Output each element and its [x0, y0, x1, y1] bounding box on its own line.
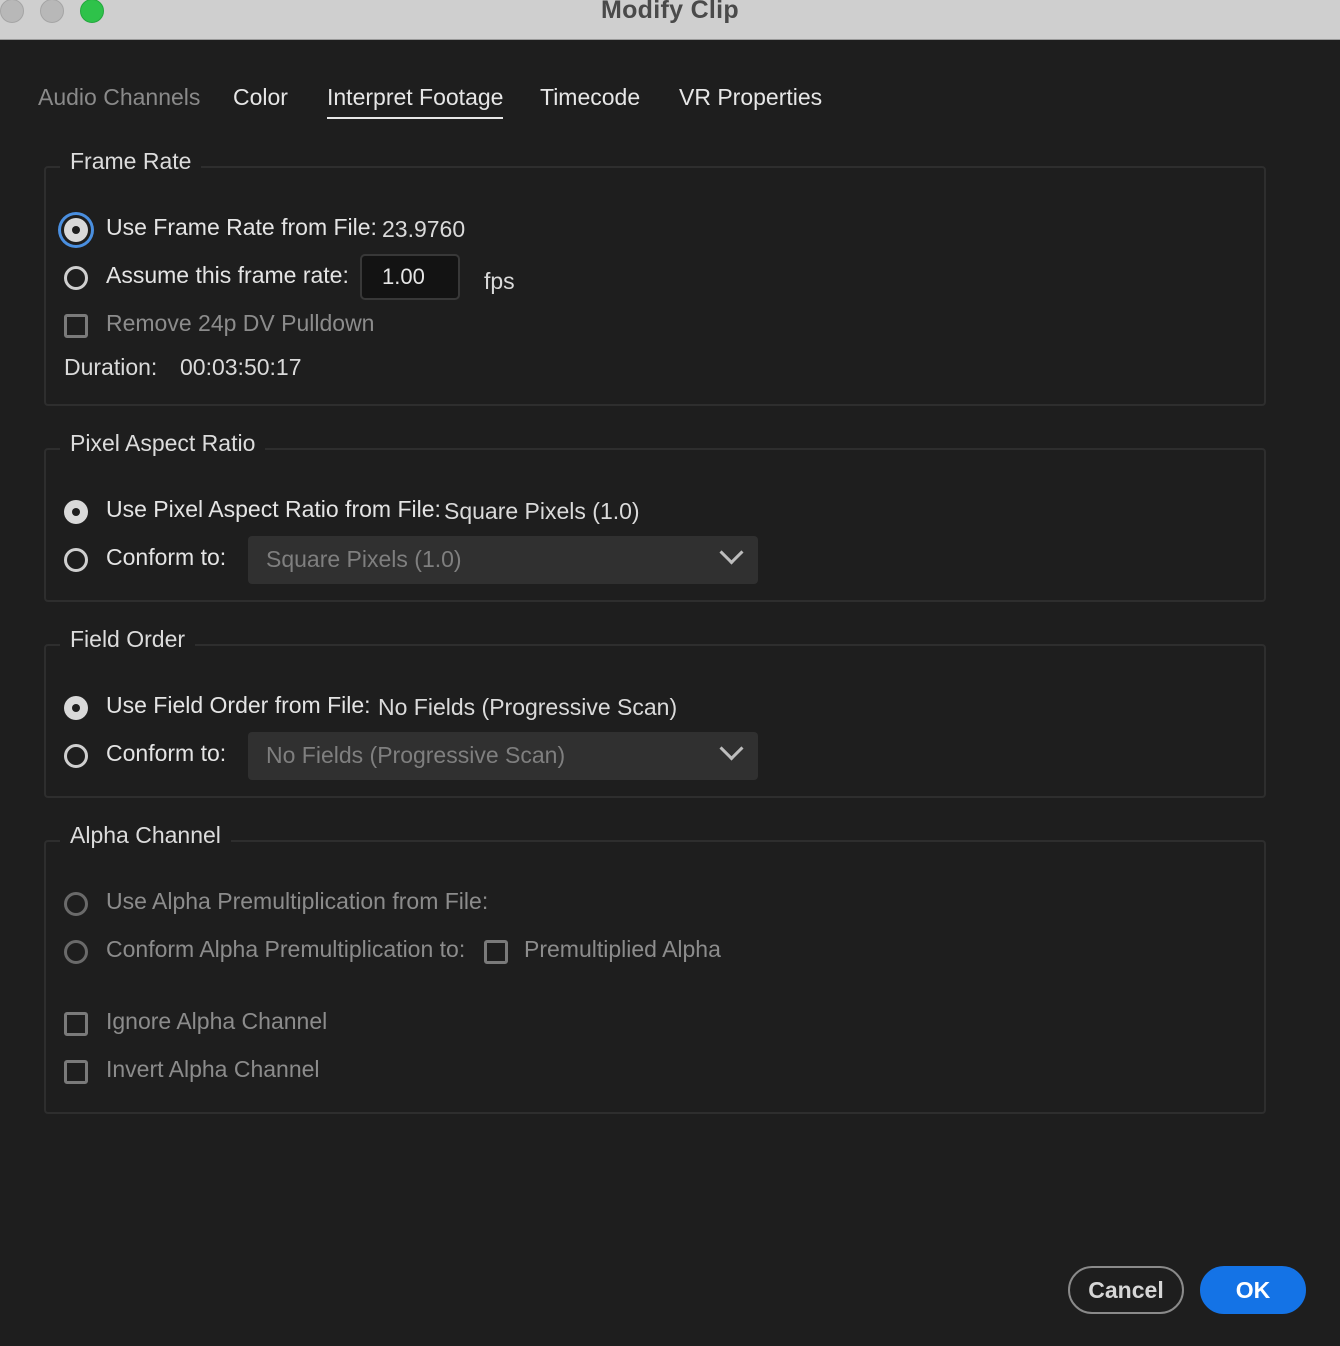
- conform-field-order-row[interactable]: Conform to: No Fields (Progressive Scan): [64, 732, 864, 780]
- use-field-order-from-file-row[interactable]: Use Field Order from File: No Fields (Pr…: [64, 688, 864, 728]
- use-field-order-from-file-radio[interactable]: [64, 696, 88, 720]
- assume-frame-rate-row[interactable]: Assume this frame rate: 1.00 fps: [64, 254, 764, 300]
- use-frame-rate-from-file-row[interactable]: Use Frame Rate from File: 23.9760: [64, 210, 764, 250]
- conform-field-order-dropdown[interactable]: No Fields (Progressive Scan): [248, 732, 758, 780]
- duration-value: 00:03:50:17: [180, 354, 302, 380]
- duration-label: Duration:: [64, 354, 158, 380]
- ignore-alpha-label: Ignore Alpha Channel: [106, 1008, 328, 1034]
- file-frame-rate-value: 23.9760: [382, 216, 466, 242]
- frame-rate-group: Frame Rate Use Frame Rate from File: 23.…: [44, 148, 1266, 406]
- tab-color[interactable]: Color: [233, 84, 288, 117]
- conform-field-order-selected: No Fields (Progressive Scan): [266, 742, 566, 768]
- use-par-from-file-row[interactable]: Use Pixel Aspect Ratio from File: Square…: [64, 492, 864, 532]
- chevron-down-icon: [719, 736, 744, 761]
- ok-button[interactable]: OK: [1200, 1266, 1306, 1314]
- pixel-aspect-ratio-group: Pixel Aspect Ratio Use Pixel Aspect Rati…: [44, 430, 1266, 602]
- use-field-order-from-file-label: Use Field Order from File:: [106, 692, 371, 718]
- conform-field-order-label: Conform to:: [106, 740, 227, 766]
- tab-vr-properties[interactable]: VR Properties: [679, 84, 822, 117]
- pixel-aspect-ratio-legend: Pixel Aspect Ratio: [60, 430, 266, 457]
- remove-pulldown-row[interactable]: Remove 24p DV Pulldown: [64, 306, 764, 346]
- file-par-value: Square Pixels (1.0): [444, 498, 640, 524]
- field-order-group: Field Order Use Field Order from File: N…: [44, 626, 1266, 798]
- alpha-channel-legend: Alpha Channel: [60, 822, 231, 849]
- alpha-channel-group: Alpha Channel Use Alpha Premultiplicatio…: [44, 822, 1266, 1114]
- tab-interpret-footage[interactable]: Interpret Footage: [327, 84, 504, 119]
- premultiplied-alpha-checkbox[interactable]: [484, 940, 508, 964]
- use-alpha-from-file-label: Use Alpha Premultiplication from File:: [106, 888, 489, 914]
- tab-audio-channels[interactable]: Audio Channels: [38, 84, 200, 117]
- use-alpha-from-file-radio[interactable]: [64, 892, 88, 916]
- cancel-button[interactable]: Cancel: [1068, 1266, 1184, 1314]
- remove-pulldown-label: Remove 24p DV Pulldown: [106, 310, 375, 336]
- tab-bar: Audio Channels Color Interpret Footage T…: [0, 84, 1340, 134]
- conform-par-dropdown[interactable]: Square Pixels (1.0): [248, 536, 758, 584]
- use-par-from-file-radio[interactable]: [64, 500, 88, 524]
- conform-par-row[interactable]: Conform to: Square Pixels (1.0): [64, 536, 864, 584]
- frame-rate-legend: Frame Rate: [60, 148, 202, 175]
- assume-frame-rate-label: Assume this frame rate:: [106, 262, 349, 288]
- ignore-alpha-row[interactable]: Ignore Alpha Channel: [64, 1004, 664, 1044]
- invert-alpha-label: Invert Alpha Channel: [106, 1056, 320, 1082]
- conform-alpha-label: Conform Alpha Premultiplication to:: [106, 936, 466, 962]
- window-title: Modify Clip: [600, 0, 739, 24]
- assume-frame-rate-radio[interactable]: [64, 266, 88, 290]
- conform-par-radio[interactable]: [64, 548, 88, 572]
- field-order-legend: Field Order: [60, 626, 196, 653]
- duration-row: Duration: 00:03:50:17: [64, 350, 764, 390]
- window-titlebar: Modify Clip: [0, 0, 1340, 40]
- ignore-alpha-checkbox[interactable]: [64, 1012, 88, 1036]
- conform-alpha-row[interactable]: Conform Alpha Premultiplication to: Prem…: [64, 932, 864, 972]
- chevron-down-icon: [719, 540, 744, 565]
- file-field-order-value: No Fields (Progressive Scan): [378, 694, 678, 720]
- conform-par-label: Conform to:: [106, 544, 227, 570]
- use-par-from-file-label: Use Pixel Aspect Ratio from File:: [106, 496, 441, 522]
- conform-par-selected: Square Pixels (1.0): [266, 546, 462, 572]
- use-frame-rate-from-file-radio[interactable]: [64, 218, 88, 242]
- invert-alpha-row[interactable]: Invert Alpha Channel: [64, 1052, 664, 1092]
- remove-pulldown-checkbox[interactable]: [64, 314, 88, 338]
- fps-unit-label: fps: [484, 268, 515, 294]
- conform-alpha-radio[interactable]: [64, 940, 88, 964]
- use-alpha-from-file-row[interactable]: Use Alpha Premultiplication from File:: [64, 884, 864, 924]
- use-frame-rate-from-file-label: Use Frame Rate from File:: [106, 214, 377, 240]
- invert-alpha-checkbox[interactable]: [64, 1060, 88, 1084]
- conform-field-order-radio[interactable]: [64, 744, 88, 768]
- premultiplied-alpha-label: Premultiplied Alpha: [524, 936, 721, 962]
- frame-rate-input[interactable]: 1.00: [360, 254, 460, 300]
- tab-timecode[interactable]: Timecode: [540, 84, 640, 117]
